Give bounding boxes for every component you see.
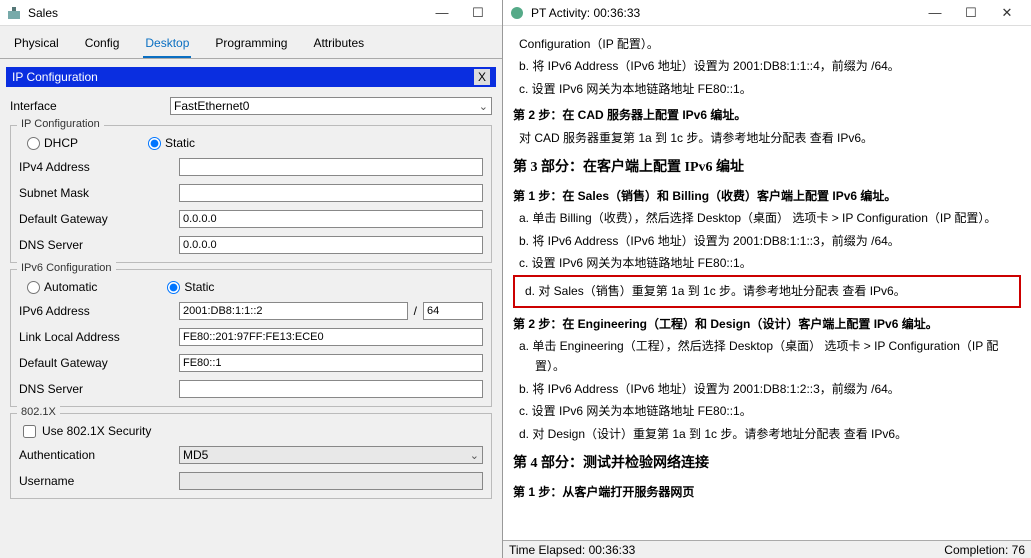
prefix-slash: /: [414, 304, 417, 318]
status-bar: Time Elapsed: 00:36:33 Completion: 76: [503, 540, 1031, 558]
instructions-doc[interactable]: Configuration（IP 配置）。 b. 将 IPv6 Address（…: [503, 26, 1031, 540]
panel-close-button[interactable]: X: [474, 69, 490, 85]
interface-select[interactable]: FastEthernet0: [170, 97, 492, 115]
dns-server-input[interactable]: [179, 236, 483, 254]
ip-config-body: Interface FastEthernet0 IP Configuration…: [0, 87, 502, 505]
ipv4-address-input[interactable]: [179, 158, 483, 176]
ipv6-dns-input[interactable]: [179, 380, 483, 398]
panel-header: IP Configuration X: [6, 67, 496, 87]
doc-line: a. 单击 Engineering（工程），然后选择 Desktop（桌面） 选…: [513, 336, 1021, 377]
automatic-radio[interactable]: Automatic: [27, 280, 97, 294]
doc-line: c. 设置 IPv6 网关为本地链路地址 FE80::1。: [513, 253, 1021, 273]
doc-line: b. 将 IPv6 Address（IPv6 地址）设置为 2001:DB8:1…: [513, 56, 1021, 76]
ipv6-address-label: IPv6 Address: [19, 304, 179, 318]
doc-line: d. 对 Design（设计）重复第 1a 到 1c 步。请参考地址分配表 查看…: [513, 424, 1021, 444]
tab-desktop[interactable]: Desktop: [143, 32, 191, 58]
doc-line: c. 设置 IPv6 网关为本地链路地址 FE80::1。: [513, 79, 1021, 99]
default-gateway-input[interactable]: [179, 210, 483, 228]
ipv6-prefix-input[interactable]: [423, 302, 483, 320]
ipv6-gateway-label: Default Gateway: [19, 356, 179, 370]
titlebar: Sales — ☐: [0, 0, 502, 26]
link-local-label: Link Local Address: [19, 330, 179, 344]
doc-step: 第 2 步：在 Engineering（工程）和 Design（设计）客户端上配…: [513, 314, 1021, 334]
window-title: PT Activity: 00:36:33: [531, 6, 917, 20]
username-input[interactable]: [179, 472, 483, 490]
window-title: Sales: [28, 6, 424, 20]
close-button[interactable]: ✕: [989, 2, 1025, 24]
auth-select[interactable]: MD5: [179, 446, 483, 464]
doc-step: 第 1 步：在 Sales（销售）和 Billing（收费）客户端上配置 IPv…: [513, 186, 1021, 206]
app-icon: [509, 5, 525, 21]
doc-line: Configuration（IP 配置）。: [513, 34, 1021, 54]
panel-title: IP Configuration: [12, 70, 98, 84]
highlighted-step: d. 对 Sales（销售）重复第 1a 到 1c 步。请参考地址分配表 查看 …: [513, 275, 1021, 307]
static6-radio[interactable]: Static: [167, 280, 214, 294]
link-local-input[interactable]: [179, 328, 483, 346]
maximize-button[interactable]: ☐: [953, 2, 989, 24]
doc-line: a. 单击 Billing（收费），然后选择 Desktop（桌面） 选项卡 >…: [513, 208, 1021, 228]
doc-line: b. 将 IPv6 Address（IPv6 地址）设置为 2001:DB8:1…: [513, 379, 1021, 399]
pt-activity-window: PT Activity: 00:36:33 — ☐ ✕ Configuratio…: [503, 0, 1031, 558]
titlebar: PT Activity: 00:36:33 — ☐ ✕: [503, 0, 1031, 26]
tabs: Physical Config Desktop Programming Attr…: [0, 26, 502, 59]
default-gateway-label: Default Gateway: [19, 212, 179, 226]
maximize-button[interactable]: ☐: [460, 2, 496, 24]
subnet-mask-label: Subnet Mask: [19, 186, 179, 200]
dot1x-fieldset: 802.1X Use 802.1X Security Authenticatio…: [10, 413, 492, 499]
ipv4-address-label: IPv4 Address: [19, 160, 179, 174]
time-elapsed: Time Elapsed: 00:36:33: [509, 543, 635, 557]
ipv6-address-input[interactable]: [179, 302, 408, 320]
doc-line: 对 CAD 服务器重复第 1a 到 1c 步。请参考地址分配表 查看 IPv6。: [513, 128, 1021, 148]
dot1x-legend: 802.1X: [17, 406, 60, 418]
ipv6-legend: IPv6 Configuration: [17, 262, 116, 274]
doc-line: b. 将 IPv6 Address（IPv6 地址）设置为 2001:DB8:1…: [513, 231, 1021, 251]
completion: Completion: 76: [944, 543, 1025, 557]
ipv4-legend: IP Configuration: [17, 118, 104, 130]
use-8021x-checkbox[interactable]: [23, 425, 36, 438]
ipv6-dns-label: DNS Server: [19, 382, 179, 396]
minimize-button[interactable]: —: [424, 2, 460, 24]
doc-line: c. 设置 IPv6 网关为本地链路地址 FE80::1。: [513, 401, 1021, 421]
tab-config[interactable]: Config: [83, 32, 122, 58]
interface-label: Interface: [10, 99, 170, 113]
tab-attributes[interactable]: Attributes: [311, 32, 366, 58]
username-label: Username: [19, 474, 179, 488]
app-icon: [6, 5, 22, 21]
subnet-mask-input[interactable]: [179, 184, 483, 202]
doc-heading: 第 4 部分：测试并检验网络连接: [513, 452, 1021, 476]
use-8021x-label: Use 802.1X Security: [42, 424, 151, 438]
ipv6-gateway-input[interactable]: [179, 354, 483, 372]
ipv4-fieldset: IP Configuration DHCP Static IPv4 Addres…: [10, 125, 492, 263]
minimize-button[interactable]: —: [917, 2, 953, 24]
sales-window: Sales — ☐ Physical Config Desktop Progra…: [0, 0, 503, 558]
doc-step: 第 1 步：从客户端打开服务器网页: [513, 482, 1021, 502]
dns-server-label: DNS Server: [19, 238, 179, 252]
tab-physical[interactable]: Physical: [12, 32, 61, 58]
tab-programming[interactable]: Programming: [213, 32, 289, 58]
doc-heading: 第 3 部分：在客户端上配置 IPv6 编址: [513, 156, 1021, 180]
ipv6-fieldset: IPv6 Configuration Automatic Static IPv6…: [10, 269, 492, 407]
dhcp-radio[interactable]: DHCP: [27, 136, 78, 150]
doc-step: 第 2 步：在 CAD 服务器上配置 IPv6 编址。: [513, 105, 1021, 125]
auth-label: Authentication: [19, 448, 179, 462]
static-radio[interactable]: Static: [148, 136, 195, 150]
